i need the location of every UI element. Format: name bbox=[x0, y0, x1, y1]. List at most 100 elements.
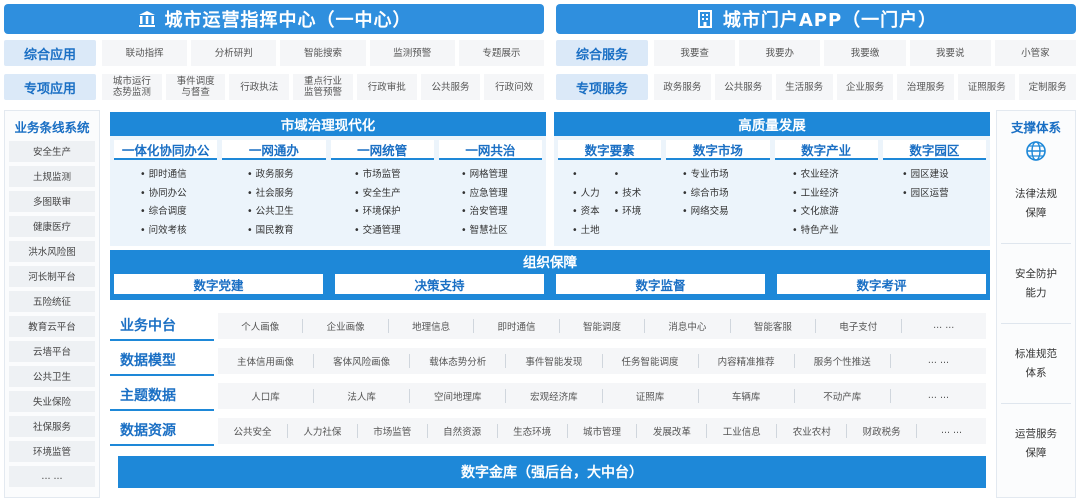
data-layer-item[interactable]: 消息中心 bbox=[645, 318, 731, 333]
data-layer-item[interactable]: 空间地理库 bbox=[410, 388, 507, 403]
bullet-item: 治安管理 bbox=[461, 203, 542, 222]
data-layer-item[interactable]: 地理信息 bbox=[389, 318, 475, 333]
data-layer-item[interactable]: 载体态势分析 bbox=[410, 353, 507, 368]
org-item[interactable]: 数字党建 bbox=[114, 274, 323, 294]
business-system-item[interactable]: 教育云平台 bbox=[9, 316, 95, 337]
data-layer-item[interactable]: 事件智能发现 bbox=[506, 353, 603, 368]
app-item[interactable]: 联动指挥 bbox=[102, 40, 188, 66]
app-item[interactable]: 证照服务 bbox=[958, 74, 1016, 100]
group-heading: 一网共治 bbox=[438, 140, 542, 160]
app-item[interactable]: 专题展示 bbox=[458, 40, 545, 66]
app-item[interactable]: 行政审批 bbox=[356, 74, 417, 100]
row-label: 综合服务 bbox=[556, 40, 648, 66]
row-items: 我要查 我要办 我要缴 我要说 小管家 bbox=[654, 40, 1077, 66]
data-layer-item[interactable]: 不动产库 bbox=[795, 388, 891, 403]
business-system-item[interactable]: 河长制平台 bbox=[9, 266, 95, 287]
data-layer-item[interactable]: 市场监管 bbox=[358, 423, 428, 438]
data-layer-item[interactable]: ... ... bbox=[891, 390, 986, 401]
app-item[interactable]: 行政问效 bbox=[484, 74, 545, 100]
bullet-item: 文化旅游 bbox=[792, 203, 876, 222]
org-item[interactable]: 数字考评 bbox=[777, 274, 986, 294]
business-system-item[interactable]: 土规监测 bbox=[9, 166, 95, 187]
business-system-item[interactable]: 环境监管 bbox=[9, 441, 95, 462]
app-item[interactable]: 政务服务 bbox=[654, 74, 711, 100]
org-item[interactable]: 数字监督 bbox=[556, 274, 765, 294]
data-layer-item[interactable]: ... ... bbox=[891, 355, 986, 366]
app-item[interactable]: 行政执法 bbox=[229, 74, 290, 100]
data-layer-item[interactable]: 公共安全 bbox=[218, 423, 288, 438]
data-layer-item[interactable]: 宏观经济库 bbox=[506, 388, 603, 403]
business-system-item[interactable]: 云墙平台 bbox=[9, 341, 95, 362]
command-center-title: 城市运营指挥中心（一中心） bbox=[164, 10, 412, 31]
data-layer-item[interactable]: 企业画像 bbox=[303, 318, 389, 333]
data-layer-item[interactable]: 智能客服 bbox=[731, 318, 817, 333]
app-item[interactable]: 企业服务 bbox=[836, 74, 894, 100]
data-layer-item[interactable]: 人口库 bbox=[218, 388, 315, 403]
app-item[interactable]: 定制服务 bbox=[1019, 74, 1077, 100]
business-system-item[interactable]: 五险统征 bbox=[9, 291, 95, 312]
data-layer-item[interactable]: 发展改革 bbox=[637, 423, 708, 438]
support-item[interactable]: 标准规范体系 bbox=[1001, 324, 1071, 404]
app-item[interactable]: 监测预警 bbox=[369, 40, 455, 66]
support-item[interactable]: 法律法规保障 bbox=[1001, 164, 1071, 244]
data-layer-item[interactable]: ... ... bbox=[917, 425, 986, 436]
data-layer-item[interactable]: ... ... bbox=[902, 320, 986, 331]
app-item[interactable]: 治理服务 bbox=[897, 74, 955, 100]
data-layer-item[interactable]: 任务智能调度 bbox=[603, 353, 699, 368]
bullet-item: 专业市场 bbox=[682, 166, 766, 185]
data-layer-item[interactable]: 主体信用画像 bbox=[218, 353, 315, 368]
city-portal-title: 城市门户APP（一门户） bbox=[722, 10, 938, 31]
support-item[interactable]: 安全防护能力 bbox=[1001, 244, 1071, 324]
bullet-item: 国民教育 bbox=[247, 222, 328, 241]
support-item[interactable]: 运营服务保障 bbox=[1001, 404, 1071, 484]
app-item[interactable]: 公共服务 bbox=[714, 74, 772, 100]
business-system-item[interactable]: 公共卫生 bbox=[9, 366, 95, 387]
government-building-icon bbox=[138, 11, 155, 27]
org-item[interactable]: 决策支持 bbox=[335, 274, 544, 294]
business-system-item[interactable]: 社保服务 bbox=[9, 416, 95, 437]
data-layer-item[interactable]: 城市管理 bbox=[568, 423, 638, 438]
bullet-item: 市场监管 bbox=[354, 166, 435, 185]
row-label: 专项服务 bbox=[556, 74, 648, 100]
app-item[interactable]: 小管家 bbox=[994, 40, 1077, 66]
data-layer-item[interactable]: 客体风险画像 bbox=[314, 353, 411, 368]
app-item[interactable]: 我要查 bbox=[654, 40, 736, 66]
data-layer-item[interactable]: 财政税务 bbox=[847, 423, 918, 438]
data-layer-item[interactable]: 生态环境 bbox=[498, 423, 568, 438]
data-layer-item[interactable]: 工业信息 bbox=[707, 423, 778, 438]
app-item[interactable]: 城市运行 态势监测 bbox=[102, 74, 162, 100]
data-layer-item[interactable]: 电子支付 bbox=[816, 318, 902, 333]
app-item[interactable]: 我要办 bbox=[739, 40, 821, 66]
data-layer-item[interactable]: 人力社保 bbox=[288, 423, 358, 438]
app-item[interactable]: 生活服务 bbox=[775, 74, 833, 100]
app-item[interactable]: 智能搜索 bbox=[280, 40, 366, 66]
app-item[interactable]: 重点行业 监管预警 bbox=[293, 74, 353, 100]
group-heading: 一体化协同办公 bbox=[114, 140, 218, 160]
business-system-item[interactable]: 失业保险 bbox=[9, 391, 95, 412]
data-layer-item[interactable]: 自然资源 bbox=[428, 423, 498, 438]
business-system-item[interactable]: 多图联审 bbox=[9, 191, 95, 212]
business-system-item[interactable]: 健康医疗 bbox=[9, 216, 95, 237]
support-system-column: 支撑体系 法律法规保障 安全防护能力 标准规范体系 运营服务保障 bbox=[996, 110, 1076, 498]
business-system-item[interactable]: 安全生产 bbox=[9, 141, 95, 162]
app-item[interactable]: 分析研判 bbox=[191, 40, 277, 66]
data-layer-item[interactable]: 证照库 bbox=[603, 388, 699, 403]
bullet-item: 土地 bbox=[572, 222, 600, 241]
data-layer-item[interactable]: 车辆库 bbox=[699, 388, 795, 403]
app-item[interactable]: 我要缴 bbox=[824, 40, 906, 66]
data-layer-item[interactable]: 法人库 bbox=[314, 388, 411, 403]
app-item[interactable]: 公共服务 bbox=[420, 74, 481, 100]
bullet-item: 综合市场 bbox=[682, 185, 766, 204]
data-layer-item[interactable]: 服务个性推送 bbox=[795, 353, 891, 368]
business-system-item[interactable]: 洪水风险图 bbox=[9, 241, 95, 262]
data-layer-item[interactable]: 智能调度 bbox=[560, 318, 646, 333]
business-system-item[interactable]: ... ... bbox=[9, 466, 95, 487]
data-layer-item[interactable]: 内容精准推荐 bbox=[699, 353, 795, 368]
data-layer-item[interactable]: 即时通信 bbox=[474, 318, 560, 333]
globe-icon bbox=[997, 140, 1075, 162]
app-item[interactable]: 事件调度 与督查 bbox=[165, 74, 226, 100]
data-layer-item[interactable]: 农业农村 bbox=[777, 423, 848, 438]
app-item[interactable]: 我要说 bbox=[909, 40, 991, 66]
data-layer-item[interactable]: 个人画像 bbox=[218, 318, 304, 333]
development-title: 高质量发展 bbox=[554, 112, 990, 136]
